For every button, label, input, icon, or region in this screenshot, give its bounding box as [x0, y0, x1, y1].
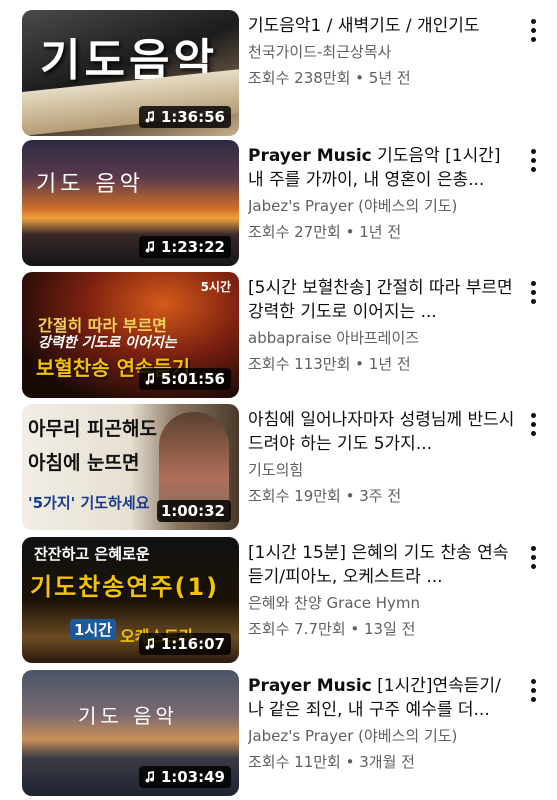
video-item[interactable]: 잔잔하고 은혜로운 기도찬송연주(1) 1시간 오케스트라 1:16:07 [1… — [0, 537, 557, 663]
duration-badge: 1:03:49 — [138, 766, 231, 788]
video-meta: 조회수 11만회 • 3개월 전 — [248, 753, 415, 771]
thumbnail-line-1: 아무리 피곤해도 — [28, 418, 157, 440]
duration-badge: 1:23:22 — [138, 236, 231, 258]
video-item[interactable]: 5시간 간절히 따라 부르면 강력한 기도로 이어지는 보혈찬송 연속듣기 5:… — [0, 272, 557, 398]
channel-name[interactable]: 기도의힘 — [248, 460, 516, 480]
video-thumbnail[interactable]: 기도 음악 1:03:49 — [22, 670, 239, 796]
video-thumbnail[interactable]: 잔잔하고 은혜로운 기도찬송연주(1) 1시간 오케스트라 1:16:07 — [22, 537, 239, 663]
duration-badge: 1:16:07 — [138, 633, 231, 655]
thumbnail-line-1: 잔잔하고 은혜로운 — [34, 545, 150, 563]
music-note-icon — [145, 638, 154, 650]
more-options-icon[interactable] — [523, 676, 543, 704]
video-title[interactable]: Prayer Music [1시간]연속듣기/ 나 같은 죄인, 내 구주 예수… — [248, 674, 516, 722]
video-meta: 조회수 19만회 • 3주 전 — [248, 487, 402, 505]
video-title[interactable]: 기도음악1 / 새벽기도 / 개인기도 — [248, 14, 516, 38]
video-item[interactable]: 아무리 피곤해도 아침에 눈뜨면 '5가지' 기도하세요 1:00:32 아침에… — [0, 404, 557, 530]
video-meta: 조회수 238만회 • 5년 전 — [248, 69, 411, 87]
duration-badge: 5:01:56 — [138, 368, 231, 390]
video-item[interactable]: 기도 음악 1:23:22 Prayer Music 기도음악 [1시간] 내 … — [0, 140, 557, 266]
video-item[interactable]: 기도음악 1:36:56 기도음악1 / 새벽기도 / 개인기도 천국가이드-최… — [0, 10, 557, 136]
channel-name[interactable]: abbapraise 아바프레이즈 — [248, 328, 516, 348]
channel-name[interactable]: Jabez's Prayer (야베스의 기도) — [248, 726, 516, 746]
video-title[interactable]: [1시간 15분] 은혜의 기도 찬송 연속듣기/피아노, 오케스트라 ... — [248, 541, 516, 589]
music-note-icon — [145, 241, 154, 253]
video-meta: 조회수 113만회 • 1년 전 — [248, 355, 411, 373]
video-title[interactable]: 아침에 일어나자마자 성령님께 반드시 드려야 하는 기도 5가지... — [248, 408, 516, 456]
duration-badge: 1:00:32 — [156, 500, 231, 522]
duration-badge: 1:36:56 — [138, 106, 231, 128]
thumbnail-corner-text: 5시간 — [200, 280, 231, 294]
more-options-icon[interactable] — [523, 146, 543, 174]
video-meta: 조회수 27만회 • 1년 전 — [248, 223, 402, 241]
thumbnail-line-2: 기도찬송연주(1) — [30, 573, 220, 601]
video-thumbnail[interactable]: 5시간 간절히 따라 부르면 강력한 기도로 이어지는 보혈찬송 연속듣기 5:… — [22, 272, 239, 398]
video-thumbnail[interactable]: 기도음악 1:36:56 — [22, 10, 239, 136]
more-options-icon[interactable] — [523, 16, 543, 44]
video-meta: 조회수 7.7만회 • 13일 전 — [248, 620, 416, 638]
thumbnail-line-2: 아침에 눈뜨면 — [28, 452, 140, 474]
thumbnail-title-text: 기도 음악 — [78, 704, 178, 728]
channel-name[interactable]: 은혜와 찬양 Grace Hymn — [248, 593, 516, 613]
thumbnail-line-3: 1시간 — [70, 619, 117, 640]
channel-name[interactable]: Jabez's Prayer (야베스의 기도) — [248, 196, 516, 216]
more-options-icon[interactable] — [523, 410, 543, 438]
thumbnail-line-2: 강력한 기도로 이어지는 — [38, 335, 177, 351]
channel-name[interactable]: 천국가이드-최근상목사 — [248, 42, 516, 62]
video-title[interactable]: [5시간 보혈찬송] 간절히 따라 부르면 강력한 기도로 이어지는 ... — [248, 276, 516, 324]
music-note-icon — [145, 373, 154, 385]
video-thumbnail[interactable]: 아무리 피곤해도 아침에 눈뜨면 '5가지' 기도하세요 1:00:32 — [22, 404, 239, 530]
video-title[interactable]: Prayer Music 기도음악 [1시간] 내 주를 가까이, 내 영혼이 … — [248, 144, 516, 192]
thumbnail-title-text: 기도 음악 — [36, 172, 144, 197]
more-options-icon[interactable] — [523, 543, 543, 571]
thumbnail-line-3: '5가지' 기도하세요 — [28, 494, 150, 512]
music-note-icon — [145, 771, 154, 783]
music-note-icon — [145, 111, 154, 123]
more-options-icon[interactable] — [523, 278, 543, 306]
video-thumbnail[interactable]: 기도 음악 1:23:22 — [22, 140, 239, 266]
video-item[interactable]: 기도 음악 1:03:49 Prayer Music [1시간]연속듣기/ 나 … — [0, 670, 557, 796]
